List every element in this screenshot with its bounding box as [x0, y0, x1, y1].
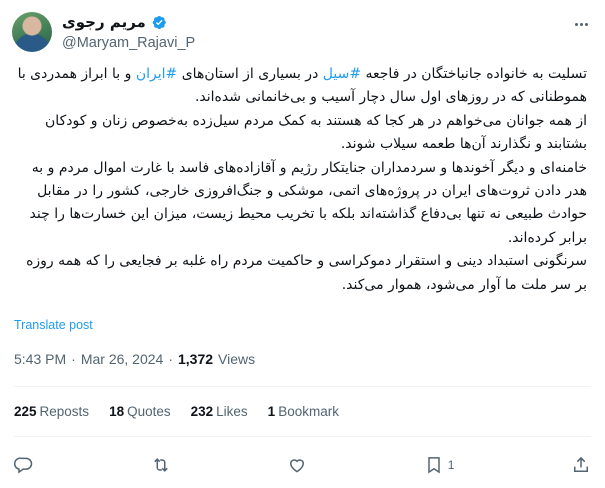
likes-count: 232 [190, 404, 214, 419]
quotes-count: 18 [109, 404, 125, 419]
reposts-count: 225 [14, 404, 37, 419]
bookmarks-count: 1 [267, 404, 276, 419]
tweet-paragraph: سرنگونی استبداد دینی و استقرار دموکراسی … [12, 250, 587, 297]
likes-stat[interactable]: 232 Likes [191, 404, 248, 419]
bookmark-action-count: 1 [447, 458, 455, 472]
tweet-text: از همه جوانان می‌خواهم در هر کجا که هستن… [45, 112, 587, 153]
action-bar: 1 [14, 450, 591, 480]
like-button[interactable] [287, 455, 307, 475]
tweet-text: خامنه‌ای و دیگر آخوندها و سردمداران جنای… [29, 159, 587, 246]
tweet-text: تسلیت به خانواده جانباختگان در فاجعه [361, 66, 588, 82]
bookmark-icon [427, 457, 440, 474]
quotes-label: Quotes [127, 404, 171, 419]
repost-icon [153, 458, 168, 472]
tweet-header: مریم رجوی @Maryam_Rajavi_P [12, 12, 593, 60]
tweet-paragraph: از همه جوانان می‌خواهم در هر کجا که هستن… [12, 110, 587, 157]
verified-badge-icon [150, 14, 167, 31]
views-label: Views [218, 351, 256, 367]
tweet-text: سرنگونی استبداد دینی و استقرار دموکراسی … [26, 253, 587, 293]
avatar[interactable] [12, 12, 52, 52]
tweet-meta: 5:43 PM · Mar 26, 2024 · 1,372 Views [14, 351, 255, 367]
tweet-text: در بسیاری از استان‌های [177, 66, 323, 82]
divider [14, 386, 591, 387]
tweet-date[interactable]: Mar 26, 2024 [81, 351, 164, 367]
tweet-body: تسلیت به خانواده جانباختگان در فاجعه #سی… [12, 63, 587, 297]
tweet-paragraph: خامنه‌ای و دیگر آخوندها و سردمداران جنای… [12, 157, 587, 251]
share-icon [574, 456, 588, 472]
author-name-row[interactable]: مریم رجوی [62, 12, 167, 32]
engagement-stats: 225 Reposts 18 Quotes 232 Likes 1 Bookmark [14, 404, 339, 419]
translate-post-link[interactable]: Translate post [14, 318, 93, 332]
like-icon [290, 459, 305, 473]
views-count: 1,372 [177, 351, 214, 367]
hashtag-link[interactable]: #سیل [323, 66, 361, 82]
share-button[interactable] [571, 455, 591, 475]
meta-separator: · [71, 351, 76, 367]
likes-label: Likes [216, 404, 248, 419]
author-display-name[interactable]: مریم رجوی [62, 12, 146, 32]
repost-button[interactable] [151, 455, 171, 475]
tweet-paragraph: تسلیت به خانواده جانباختگان در فاجعه #سی… [12, 63, 587, 110]
reposts-label: Reposts [39, 404, 90, 419]
bookmarks-label: Bookmark [278, 404, 339, 419]
bookmark-button[interactable]: 1 [424, 455, 455, 475]
bookmarks-stat[interactable]: 1 Bookmark [268, 404, 339, 419]
more-options-icon[interactable] [571, 14, 591, 34]
author-handle[interactable]: @Maryam_Rajavi_P [62, 33, 195, 53]
tweet-time[interactable]: 5:43 PM [14, 351, 66, 367]
reply-button[interactable] [14, 455, 34, 475]
meta-separator: · [168, 351, 173, 367]
hashtag-link[interactable]: #ایران [136, 66, 177, 82]
divider [14, 436, 591, 437]
reposts-stat[interactable]: 225 Reposts [14, 404, 89, 419]
quotes-stat[interactable]: 18 Quotes [109, 404, 171, 419]
tweet: مریم رجوی @Maryam_Rajavi_P تسلیت به خانو… [0, 0, 605, 488]
reply-icon [14, 457, 33, 474]
